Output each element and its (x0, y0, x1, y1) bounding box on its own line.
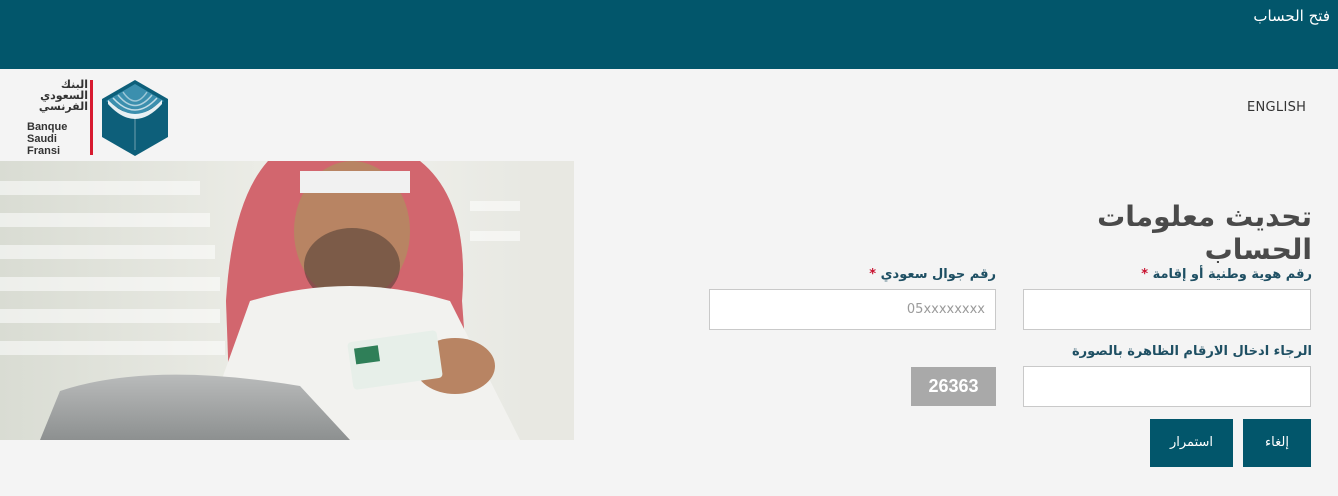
logo-french-text: Banque Saudi Fransi (27, 121, 68, 157)
form-title: تحديث معلومات الحساب (1097, 200, 1312, 266)
site-header: البنك السعودي الفرنسي Banque Saudi Frans… (0, 69, 1338, 161)
captcha-input[interactable] (1023, 366, 1311, 407)
bank-emblem-icon (102, 80, 168, 156)
logo-arabic-text: البنك السعودي الفرنسي (38, 78, 88, 113)
id-number-label: رقم هوية وطنية أو إقامة * (1141, 267, 1312, 282)
required-mark: * (869, 267, 877, 282)
captcha-label: الرجاء ادخال الارقام الظاهرة بالصورة (1071, 344, 1312, 359)
mobile-number-input[interactable] (709, 289, 996, 330)
bank-logo[interactable]: البنك السعودي الفرنسي Banque Saudi Frans… (26, 79, 171, 157)
continue-button[interactable]: استمرار (1150, 419, 1233, 467)
cancel-button[interactable]: إلغاء (1243, 419, 1311, 467)
language-switch-link[interactable]: ENGLISH (1247, 100, 1306, 115)
required-mark: * (1141, 267, 1149, 282)
top-bar: فتح الحساب (0, 0, 1338, 69)
captcha-image: 26363 (911, 367, 996, 406)
mobile-number-label: رقم جوال سعودي * (869, 267, 996, 282)
id-number-input[interactable] (1023, 289, 1311, 330)
logo-divider (90, 80, 93, 155)
page-header-title: فتح الحساب (1253, 7, 1330, 25)
hero-photo (0, 161, 574, 440)
